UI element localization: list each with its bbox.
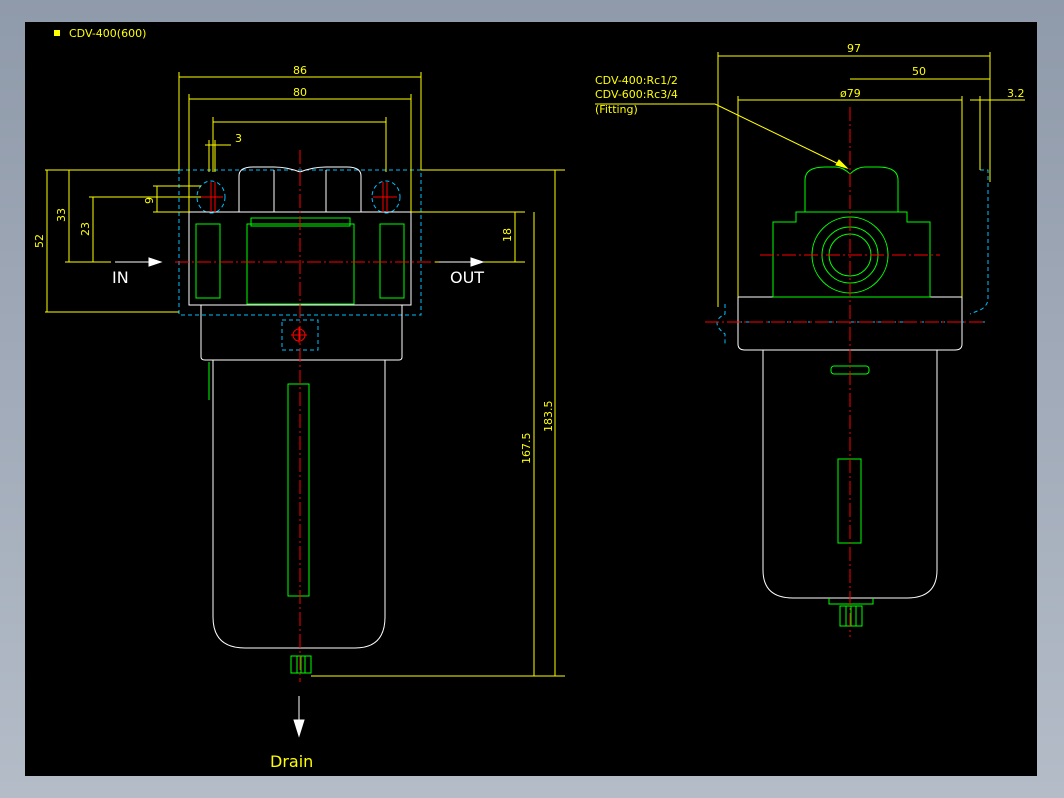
- side-parts: [772, 166, 931, 627]
- dim-3-2: 3.2: [1007, 87, 1025, 100]
- dim-50: 50: [912, 65, 926, 78]
- front-dimensions: [45, 72, 565, 677]
- side-centerlines: [705, 107, 985, 637]
- front-bowl: [212, 360, 386, 649]
- front-fitting-marks: [201, 182, 397, 212]
- fitting-note-line-2: CDV-600:Rc3/4: [595, 88, 678, 101]
- dim-diameter-79: ø79: [840, 87, 861, 100]
- dim-23: 23: [79, 222, 92, 236]
- side-hidden-lines: [716, 169, 989, 344]
- side-view: 97 50 ø79 3.2 CDV-400:Rc1/2 CDV-600:Rc3/…: [595, 42, 1025, 637]
- drain-label: Drain: [270, 752, 313, 771]
- port-in-label: IN: [112, 268, 129, 287]
- dim-167-5: 167.5: [520, 433, 533, 465]
- fitting-note-line-1: CDV-400:Rc1/2: [595, 74, 678, 87]
- drawing-canvas: CDV-400(600) 86 80 3 52 33 23 9 18 167.5…: [25, 22, 1037, 776]
- drawing-title: CDV-400(600): [69, 27, 146, 40]
- front-view: 86 80 3 52 33 23 9 18 167.5 183.5 IN OUT…: [33, 64, 565, 771]
- dim-52: 52: [33, 234, 46, 248]
- dim-86: 86: [293, 64, 307, 77]
- front-centerlines: [175, 150, 435, 682]
- dim-183-5: 183.5: [542, 401, 555, 433]
- dim-80: 80: [293, 86, 307, 99]
- title-marker: [54, 30, 60, 36]
- dim-33: 33: [55, 208, 68, 222]
- fitting-note-line-3: (Fitting): [595, 103, 638, 116]
- dim-97: 97: [847, 42, 861, 55]
- dim-18: 18: [501, 228, 514, 242]
- front-drain-screw: [291, 327, 307, 343]
- port-out-label: OUT: [450, 268, 484, 287]
- dim-3: 3: [235, 132, 242, 145]
- dim-9: 9: [143, 197, 156, 204]
